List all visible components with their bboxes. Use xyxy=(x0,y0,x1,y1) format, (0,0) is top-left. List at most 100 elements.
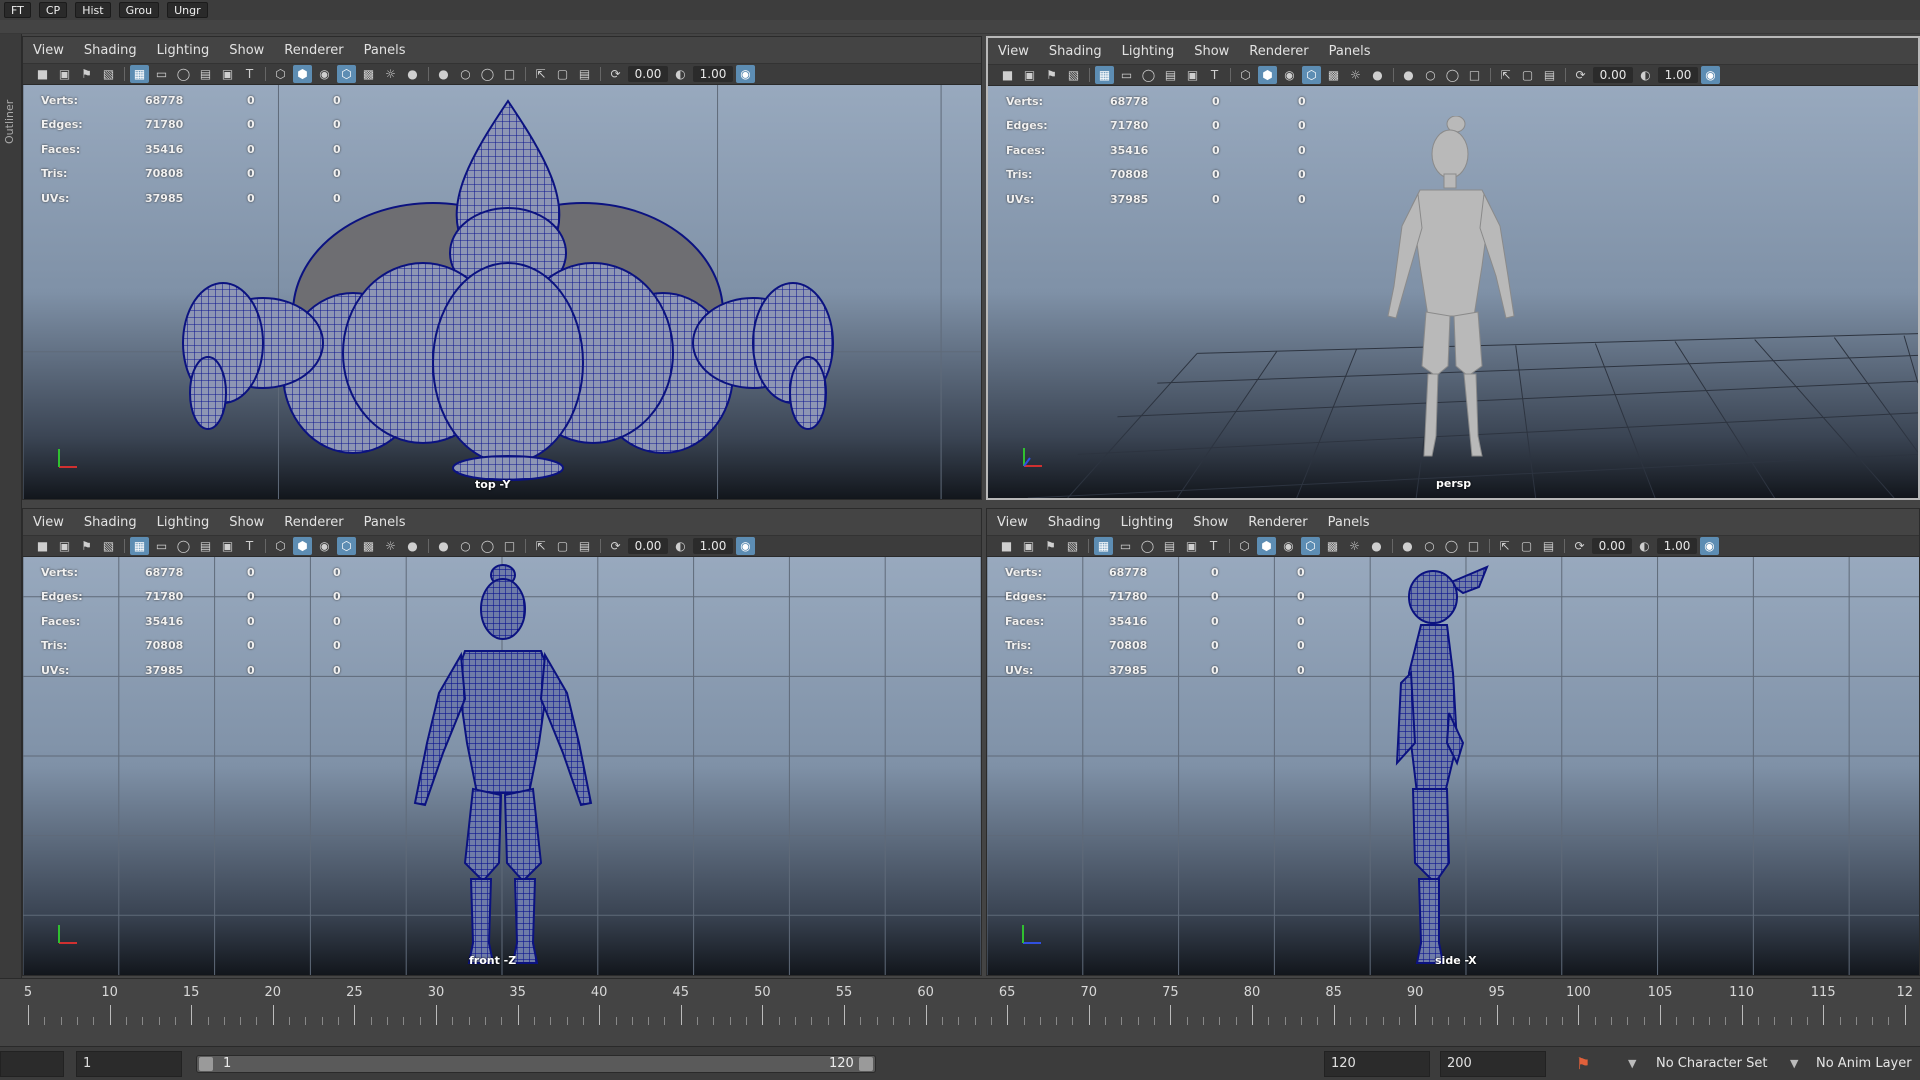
menu-show[interactable]: Show xyxy=(229,43,264,58)
time-slider[interactable]: 5 10 15 20 25 30 35 40 45 50 55 60 65 70 75 80 85 90 95 100… xyxy=(0,978,1920,1034)
menu-show[interactable]: Show xyxy=(229,515,264,530)
color-management-icon[interactable]: ◉ xyxy=(736,537,755,555)
motion-blur-icon[interactable]: ○ xyxy=(456,65,475,83)
color-management-icon[interactable]: ◉ xyxy=(1701,66,1720,84)
menu-lighting[interactable]: Lighting xyxy=(157,43,210,58)
xray-icon[interactable]: ⬡ xyxy=(337,537,356,555)
smooth-shade-icon[interactable]: ⬢ xyxy=(1258,66,1277,84)
range-start-handle[interactable] xyxy=(199,1057,213,1071)
exposure-field[interactable]: 0.00 xyxy=(628,66,668,82)
menu-panels[interactable]: Panels xyxy=(1328,515,1370,530)
grid-toggle-icon[interactable]: ▦ xyxy=(1094,537,1113,555)
safe-action-icon[interactable]: ▣ xyxy=(218,65,237,83)
shelf-button-group[interactable]: Grou xyxy=(118,2,160,18)
motion-blur-icon[interactable]: ○ xyxy=(456,537,475,555)
film-gate-icon[interactable]: ▭ xyxy=(152,65,171,83)
gamma-icon[interactable]: ◐ xyxy=(671,537,690,555)
camera-icon[interactable]: ■ xyxy=(998,66,1017,84)
xray-joints-icon[interactable]: ▢ xyxy=(553,65,572,83)
shadows-icon[interactable]: ● xyxy=(403,537,422,555)
image-plane-icon[interactable]: ▧ xyxy=(1063,537,1082,555)
image-plane-icon[interactable]: ▧ xyxy=(99,537,118,555)
gamma-field[interactable]: 1.00 xyxy=(1657,538,1697,554)
exposure-field[interactable]: 0.00 xyxy=(1592,538,1632,554)
viewport-side[interactable]: View Shading Lighting Show Renderer Pane… xyxy=(986,508,1920,976)
menu-shading[interactable]: Shading xyxy=(1049,44,1102,59)
safe-title-icon[interactable]: T xyxy=(240,65,259,83)
wire-on-shaded-icon[interactable]: ◉ xyxy=(315,65,334,83)
exposure-icon[interactable]: ⟳ xyxy=(1570,537,1589,555)
menu-shading[interactable]: Shading xyxy=(84,43,137,58)
anim-layer-chevron-icon[interactable]: ▼ xyxy=(1790,1053,1798,1075)
grid-toggle-icon[interactable]: ▦ xyxy=(130,65,149,83)
field-chart-icon[interactable]: ▤ xyxy=(196,537,215,555)
aa-icon[interactable]: ◯ xyxy=(478,537,497,555)
safe-title-icon[interactable]: T xyxy=(1205,66,1224,84)
wireframe-icon[interactable]: ⬡ xyxy=(271,65,290,83)
range-slider[interactable]: 1 120 xyxy=(196,1055,876,1073)
lights-icon[interactable]: ☼ xyxy=(1346,66,1365,84)
lights-icon[interactable]: ☼ xyxy=(381,65,400,83)
ssao-icon[interactable]: ● xyxy=(1399,66,1418,84)
xray-joints-icon[interactable]: ▢ xyxy=(1517,537,1536,555)
camera-icon[interactable]: ■ xyxy=(33,537,52,555)
wire-on-shaded-icon[interactable]: ◉ xyxy=(1279,537,1298,555)
resolution-gate-icon[interactable]: ◯ xyxy=(1139,66,1158,84)
gamma-icon[interactable]: ◐ xyxy=(671,65,690,83)
dof-icon[interactable]: □ xyxy=(500,537,519,555)
viewport-top[interactable]: View Shading Lighting Show Renderer Pane… xyxy=(22,36,982,500)
viewport-canvas[interactable]: Verts: 68778 0 0 Edges: 71780 0 0 Faces: 35416 0 0 T… xyxy=(988,86,1918,498)
bookmark-icon[interactable]: ⚑ xyxy=(77,537,96,555)
range-end-handle[interactable] xyxy=(859,1057,873,1071)
textured-icon[interactable]: ▩ xyxy=(359,65,378,83)
safe-action-icon[interactable]: ▣ xyxy=(1183,66,1202,84)
lights-icon[interactable]: ☼ xyxy=(1345,537,1364,555)
shadows-icon[interactable]: ● xyxy=(1367,537,1386,555)
isolate-icon[interactable]: ⇱ xyxy=(1495,537,1514,555)
lights-icon[interactable]: ☼ xyxy=(381,537,400,555)
shelf-button-ungroup[interactable]: Ungr xyxy=(167,2,208,18)
wireframe-icon[interactable]: ⬡ xyxy=(271,537,290,555)
menu-view[interactable]: View xyxy=(33,515,64,530)
aa-icon[interactable]: ◯ xyxy=(1442,537,1461,555)
field-chart-icon[interactable]: ▤ xyxy=(1161,66,1180,84)
camera-attr-icon[interactable]: ▣ xyxy=(55,65,74,83)
exposure-icon[interactable]: ⟳ xyxy=(1571,66,1590,84)
menu-lighting[interactable]: Lighting xyxy=(1121,515,1174,530)
xray-joints-icon[interactable]: ▢ xyxy=(1518,66,1537,84)
menu-shading[interactable]: Shading xyxy=(84,515,137,530)
gamma-field[interactable]: 1.00 xyxy=(693,66,733,82)
safe-title-icon[interactable]: T xyxy=(1204,537,1223,555)
exposure-field[interactable]: 0.00 xyxy=(628,538,668,554)
shelf-button-ft[interactable]: FT xyxy=(4,2,31,18)
shadows-icon[interactable]: ● xyxy=(403,65,422,83)
textured-icon[interactable]: ▩ xyxy=(1323,537,1342,555)
aa-icon[interactable]: ◯ xyxy=(1443,66,1462,84)
smooth-shade-icon[interactable]: ⬢ xyxy=(293,65,312,83)
camera-attr-icon[interactable]: ▣ xyxy=(55,537,74,555)
resolution-gate-icon[interactable]: ◯ xyxy=(174,65,193,83)
exposure-icon[interactable]: ⟳ xyxy=(606,537,625,555)
motion-blur-icon[interactable]: ○ xyxy=(1420,537,1439,555)
menu-panels[interactable]: Panels xyxy=(364,43,406,58)
dof-icon[interactable]: □ xyxy=(1464,537,1483,555)
xray-active-icon[interactable]: ▤ xyxy=(1540,66,1559,84)
camera-attr-icon[interactable]: ▣ xyxy=(1020,66,1039,84)
gamma-icon[interactable]: ◐ xyxy=(1635,537,1654,555)
film-gate-icon[interactable]: ▭ xyxy=(1116,537,1135,555)
viewport-persp[interactable]: View Shading Lighting Show Renderer Pane… xyxy=(986,36,1920,500)
resolution-gate-icon[interactable]: ◯ xyxy=(174,537,193,555)
xray-icon[interactable]: ⬡ xyxy=(1301,537,1320,555)
menu-show[interactable]: Show xyxy=(1193,515,1228,530)
wire-on-shaded-icon[interactable]: ◉ xyxy=(315,537,334,555)
wireframe-icon[interactable]: ⬡ xyxy=(1236,66,1255,84)
viewport-front[interactable]: View Shading Lighting Show Renderer Pane… xyxy=(22,508,982,976)
film-gate-icon[interactable]: ▭ xyxy=(152,537,171,555)
ssao-icon[interactable]: ● xyxy=(434,537,453,555)
color-management-icon[interactable]: ◉ xyxy=(1700,537,1719,555)
image-plane-icon[interactable]: ▧ xyxy=(1064,66,1083,84)
menu-renderer[interactable]: Renderer xyxy=(1248,515,1307,530)
wire-on-shaded-icon[interactable]: ◉ xyxy=(1280,66,1299,84)
textured-icon[interactable]: ▩ xyxy=(359,537,378,555)
xray-active-icon[interactable]: ▤ xyxy=(575,537,594,555)
